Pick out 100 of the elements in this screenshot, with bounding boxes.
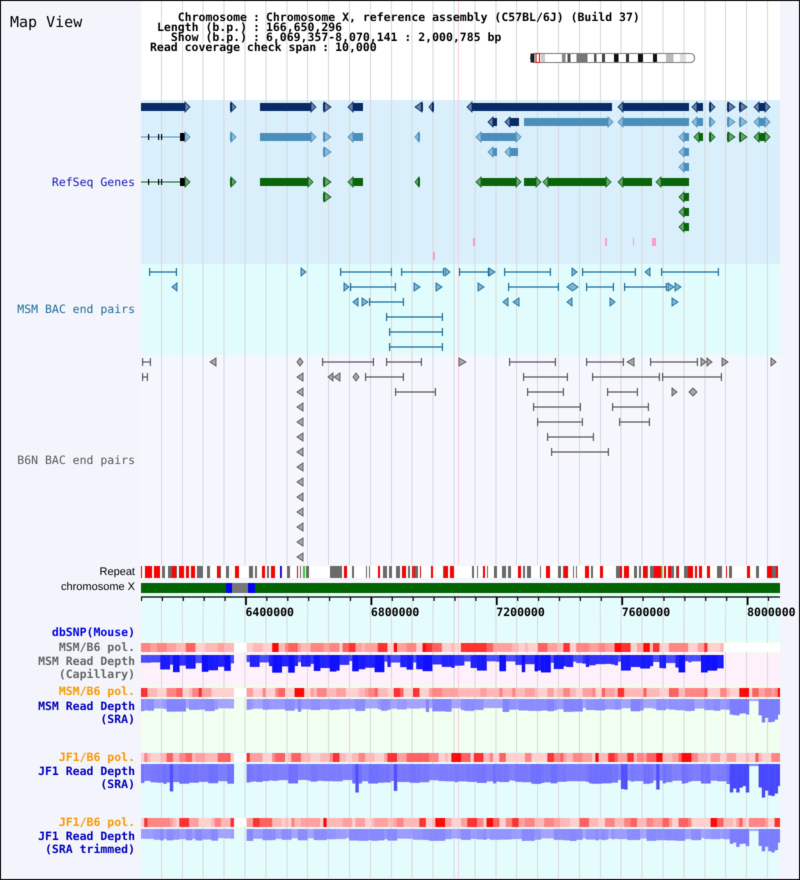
track-label: chromosome X: [61, 580, 135, 594]
info-label: Length (b.p.): [156, 22, 247, 32]
bac-end-pair: [365, 373, 404, 381]
bac-end-marker: [296, 477, 304, 487]
gene-feature: [739, 101, 748, 113]
bac-end-marker: [566, 282, 579, 292]
bac-end-pair: [624, 283, 667, 291]
bac-end-pair: [386, 313, 443, 321]
bac-end-marker: [296, 507, 304, 517]
gene-feature: [727, 131, 736, 143]
colon-separator: :: [253, 22, 260, 32]
gene-feature: [260, 176, 314, 188]
gene-feature: [617, 116, 689, 128]
axis-label: 6800000: [370, 605, 420, 619]
gene-feature: [428, 100, 434, 114]
track-label: B6N BAC end pairs: [17, 454, 135, 466]
gene-feature: [347, 101, 363, 113]
bac-end-marker: [300, 267, 307, 277]
bac-end-pair: [322, 358, 374, 366]
gene-feature: [347, 131, 363, 143]
info-label: Chromosome: [178, 12, 247, 22]
bac-end-pair: [369, 298, 404, 306]
bac-end-marker: [296, 357, 304, 367]
axis-label: 7200000: [496, 605, 545, 619]
track-label: JF1 Read Depth: [38, 765, 135, 778]
gene-feature: [487, 146, 497, 158]
gene-feature: [739, 131, 748, 143]
feature-tick: [473, 238, 475, 246]
gene-feature: [260, 101, 317, 113]
gene-feature: [414, 101, 423, 113]
gene-feature: [727, 101, 736, 113]
bac-end-pair: [547, 433, 594, 441]
gene-feature: [617, 101, 689, 113]
bac-end-marker: [296, 537, 304, 547]
bac-end-marker: [626, 357, 634, 367]
gene-feature: [141, 131, 191, 143]
bac-end-pair: [533, 403, 581, 411]
bac-end-marker: [436, 282, 443, 292]
gene-feature: [230, 176, 237, 188]
gene-feature: [230, 131, 237, 143]
bac-end-marker: [296, 522, 304, 532]
bac-end-pair: [582, 268, 636, 276]
bac-end-marker: [296, 387, 304, 397]
gene-feature: [475, 131, 522, 143]
bac-end-marker: [488, 267, 496, 277]
gene-feature: [709, 131, 716, 143]
gene-feature: [691, 101, 703, 113]
bac-end-pair: [401, 268, 444, 276]
track-label: RefSeq Genes: [52, 176, 135, 188]
bac-end-pair: [142, 373, 148, 381]
info-label: Read coverage check span: [150, 42, 316, 52]
gene-feature: [678, 221, 689, 233]
gene-feature: [504, 146, 518, 158]
axis-label: 7600000: [622, 605, 670, 619]
track-label: MSM BAC end pairs: [17, 303, 135, 316]
gene-feature: [753, 116, 771, 128]
bac-end-pair: [662, 373, 722, 381]
bac-end-pair: [340, 268, 392, 276]
bac-end-pair: [527, 388, 564, 396]
gene-feature: [655, 176, 689, 188]
gene-feature: [709, 101, 716, 113]
gene-feature: [727, 116, 736, 128]
bac-end-marker: [672, 297, 679, 307]
axis-label: 8000000: [747, 605, 796, 619]
gene-feature: [323, 191, 332, 203]
bac-end-marker: [296, 492, 304, 502]
gene-feature: [487, 116, 497, 128]
bac-end-pair: [350, 283, 396, 291]
gene-feature: [475, 176, 522, 188]
gene-feature: [260, 131, 317, 143]
track-sublabel: (Capillary): [58, 668, 135, 681]
bac-end-marker: [502, 297, 508, 307]
gene-feature: [141, 101, 191, 113]
gene-feature: [347, 176, 363, 188]
bac-end-pair: [389, 343, 443, 351]
bac-end-pair: [592, 373, 660, 381]
gene-feature: [739, 116, 748, 128]
bac-end-marker: [296, 432, 304, 442]
bac-end-pair: [509, 358, 556, 366]
info-label: Show (b.p.): [170, 32, 247, 42]
bac-end-marker: [610, 297, 616, 307]
track-label: Repeat: [100, 566, 135, 579]
bac-end-marker: [344, 282, 350, 292]
track-label: JF1 Read Depth: [38, 830, 135, 843]
bac-end-marker: [171, 282, 178, 292]
gene-feature: [323, 101, 332, 113]
track-sublabel: (SRA): [100, 778, 135, 791]
bac-end-pair: [142, 358, 151, 366]
bac-end-pair: [389, 328, 443, 336]
bac-end-pair: [551, 448, 609, 456]
feature-tick: [605, 238, 607, 246]
colon-separator: :: [322, 42, 330, 52]
bac-end-marker: [566, 297, 572, 307]
bac-end-marker: [362, 297, 369, 307]
bac-end-pair: [508, 283, 559, 291]
track-label: JF1/B6 pol.: [58, 817, 135, 828]
gene-feature: [678, 131, 689, 143]
bac-end-pair: [650, 358, 698, 366]
gene-feature: [678, 146, 689, 158]
bac-end-pair: [386, 358, 422, 366]
